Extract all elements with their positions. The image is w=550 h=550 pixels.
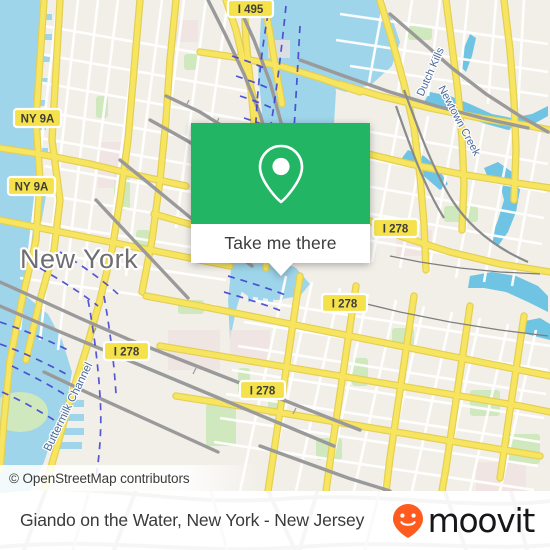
shield-ny-9a-south: NY 9A [6,175,57,197]
svg-text:NY 9A: NY 9A [21,114,55,126]
shield-i-278-west: I 278 [102,340,151,362]
svg-text:I 278: I 278 [114,347,140,359]
svg-text:I 278: I 278 [383,224,409,236]
location-title: Giando on the Water, New York - New Jers… [20,510,365,530]
shield-i-278-center: I 278 [320,292,369,314]
card-footer[interactable]: Take me there [191,224,370,263]
svg-text:I 495: I 495 [238,4,264,16]
take-me-there-label: Take me there [224,233,337,253]
moovit-wordmark: moovit [427,501,536,540]
take-me-there-card[interactable]: Take me there [191,123,370,276]
card-pointer [267,262,294,276]
svg-text:I 278: I 278 [250,386,276,398]
footer-content: Giando on the Water, New York - New Jers… [0,491,550,550]
svg-text:I 278: I 278 [332,299,358,311]
moovit-smiley-pin-icon [392,503,423,538]
shield-ny-9a-north: NY 9A [12,107,63,129]
page-footer: Giando on the Water, New York - New Jers… [0,491,550,550]
svg-text:NY 9A: NY 9A [15,182,49,194]
map-canvas[interactable]: Buttermilk Channel Dutch Kills Newtown C… [0,0,550,491]
map-screenshot: Buttermilk Channel Dutch Kills Newtown C… [0,0,550,550]
moovit-brand[interactable]: moovit [390,501,536,540]
shield-i-278-east: I 278 [371,217,420,239]
place-label-new-york: New York [20,244,138,274]
map-pin-icon [258,144,303,203]
card-header [191,123,370,224]
shield-i-278-south: I 278 [238,379,287,401]
shield-i-495: I 495 [226,0,275,19]
